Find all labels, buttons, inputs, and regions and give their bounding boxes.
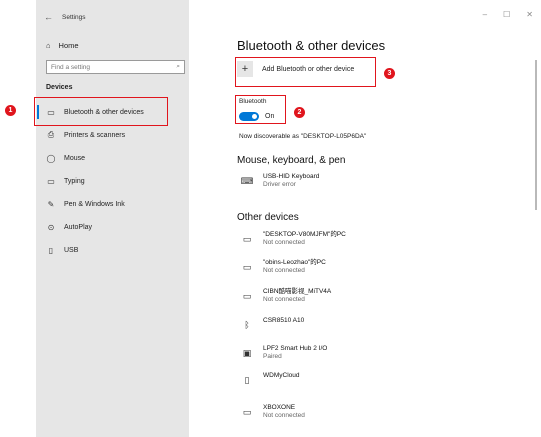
annotation-badge-3: 3 [384,68,395,79]
sidebar-item-label: AutoPlay [64,223,93,231]
sidebar-item-label: Mouse [64,154,86,162]
device-status: Not connected [263,239,305,246]
sidebar-item-typing[interactable]: ▭ Typing [46,174,85,188]
nav-home[interactable]: ⌂ Home [46,41,79,50]
nav-home-label: Home [58,41,79,50]
sidebar-item-mouse[interactable]: ◯ Mouse [46,151,86,165]
group-title-other: Other devices [237,212,299,223]
annotation-badge-1: 1 [5,105,16,116]
device-item[interactable]: ▭ XBOXONE Not connected [239,404,305,420]
pen-icon: ✎ [47,199,55,209]
mouse-icon: ◯ [46,153,56,163]
back-arrow-icon[interactable]: ← [44,12,53,22]
callout-box-3 [235,57,376,87]
callout-box-2 [235,95,286,124]
device-item[interactable]: ⌨ USB-HID Keyboard Driver error [239,173,320,189]
device-item[interactable]: ▭ CIBN酷喵影视_MiTV4A Not connected [239,288,332,304]
search-input[interactable]: Find a setting ⌕ [46,60,185,74]
storage-icon: ▯ [244,374,250,385]
device-name: "obins-Leozhao"的PC [263,259,326,266]
device-status: Not connected [263,296,305,303]
close-icon[interactable]: ✕ [526,10,533,19]
device-item[interactable]: ▭ "DESKTOP-V80MJFM"的PC Not connected [239,231,346,247]
device-item[interactable]: ▣ LPF2 Smart Hub 2 I/O Paired [239,345,328,361]
bluetooth-icon: ᛒ [244,320,250,330]
sidebar-item-usb[interactable]: ▯ USB [46,243,79,257]
scrollbar[interactable] [535,60,537,210]
device-name: LPF2 Smart Hub 2 I/O [263,345,328,352]
device-name: XBOXONE [263,404,296,411]
sidebar-item-pen[interactable]: ✎ Pen & Windows Ink [46,197,125,211]
device-name: "DESKTOP-V80MJFM"的PC [263,231,346,238]
printer-icon: ⎙ [47,130,55,139]
console-icon: ▭ [242,406,252,417]
sidebar-item-label: Printers & scanners [64,131,126,139]
autoplay-icon: ⊙ [47,222,55,232]
sidebar-item-label: Pen & Windows Ink [64,200,125,208]
device-item[interactable]: ▭ "obins-Leozhao"的PC Not connected [239,259,326,275]
device-name: WDMyCloud [263,372,300,379]
search-placeholder: Find a setting [51,63,91,71]
sidebar: ← Settings ⌂ Home Find a setting ⌕ Devic… [34,0,189,437]
discoverable-text: Now discoverable as "DESKTOP-L05P6DA" [239,133,367,140]
window-title: Settings [62,13,86,21]
device-status: Not connected [263,412,305,419]
pc-icon: ▭ [242,290,252,301]
sidebar-item-autoplay[interactable]: ⊙ AutoPlay [46,220,92,234]
pc-icon: ▭ [242,261,252,272]
titlebar: ← Settings [44,12,86,22]
device-item[interactable]: ᛒ CSR8510 A10 [239,317,304,331]
home-icon: ⌂ [46,41,51,50]
minimize-icon[interactable]: – [483,10,487,19]
annotation-badge-2: 2 [294,107,305,118]
device-status: Driver error [263,181,296,188]
pc-icon: ▭ [242,233,252,244]
device-name: CIBN酷喵影视_MiTV4A [263,288,332,295]
keyboard-icon: ⌨ [240,175,254,186]
device-status: Not connected [263,267,305,274]
keyboard-icon: ▭ [47,176,55,186]
usb-icon: ▯ [48,245,54,255]
device-name: CSR8510 A10 [263,317,305,324]
hub-icon: ▣ [242,347,252,358]
callout-box-1 [34,97,168,126]
maximize-icon[interactable]: ☐ [503,10,510,19]
device-item[interactable]: ▯ WDMyCloud [239,372,300,386]
settings-window: ← Settings ⌂ Home Find a setting ⌕ Devic… [34,0,541,437]
device-status: Paired [263,353,282,360]
window-controls: – ☐ ✕ [483,10,533,19]
sidebar-item-printers[interactable]: ⎙ Printers & scanners [46,128,125,142]
search-icon: ⌕ [176,63,180,70]
page-title: Bluetooth & other devices [237,38,386,53]
group-title-mouse: Mouse, keyboard, & pen [237,155,346,166]
sidebar-item-label: Typing [64,177,85,185]
main-content: – ☐ ✕ Bluetooth & other devices + Add Bl… [189,0,541,437]
device-name: USB-HID Keyboard [263,173,320,180]
section-label-devices: Devices [46,84,73,91]
sidebar-item-label: USB [64,246,79,254]
